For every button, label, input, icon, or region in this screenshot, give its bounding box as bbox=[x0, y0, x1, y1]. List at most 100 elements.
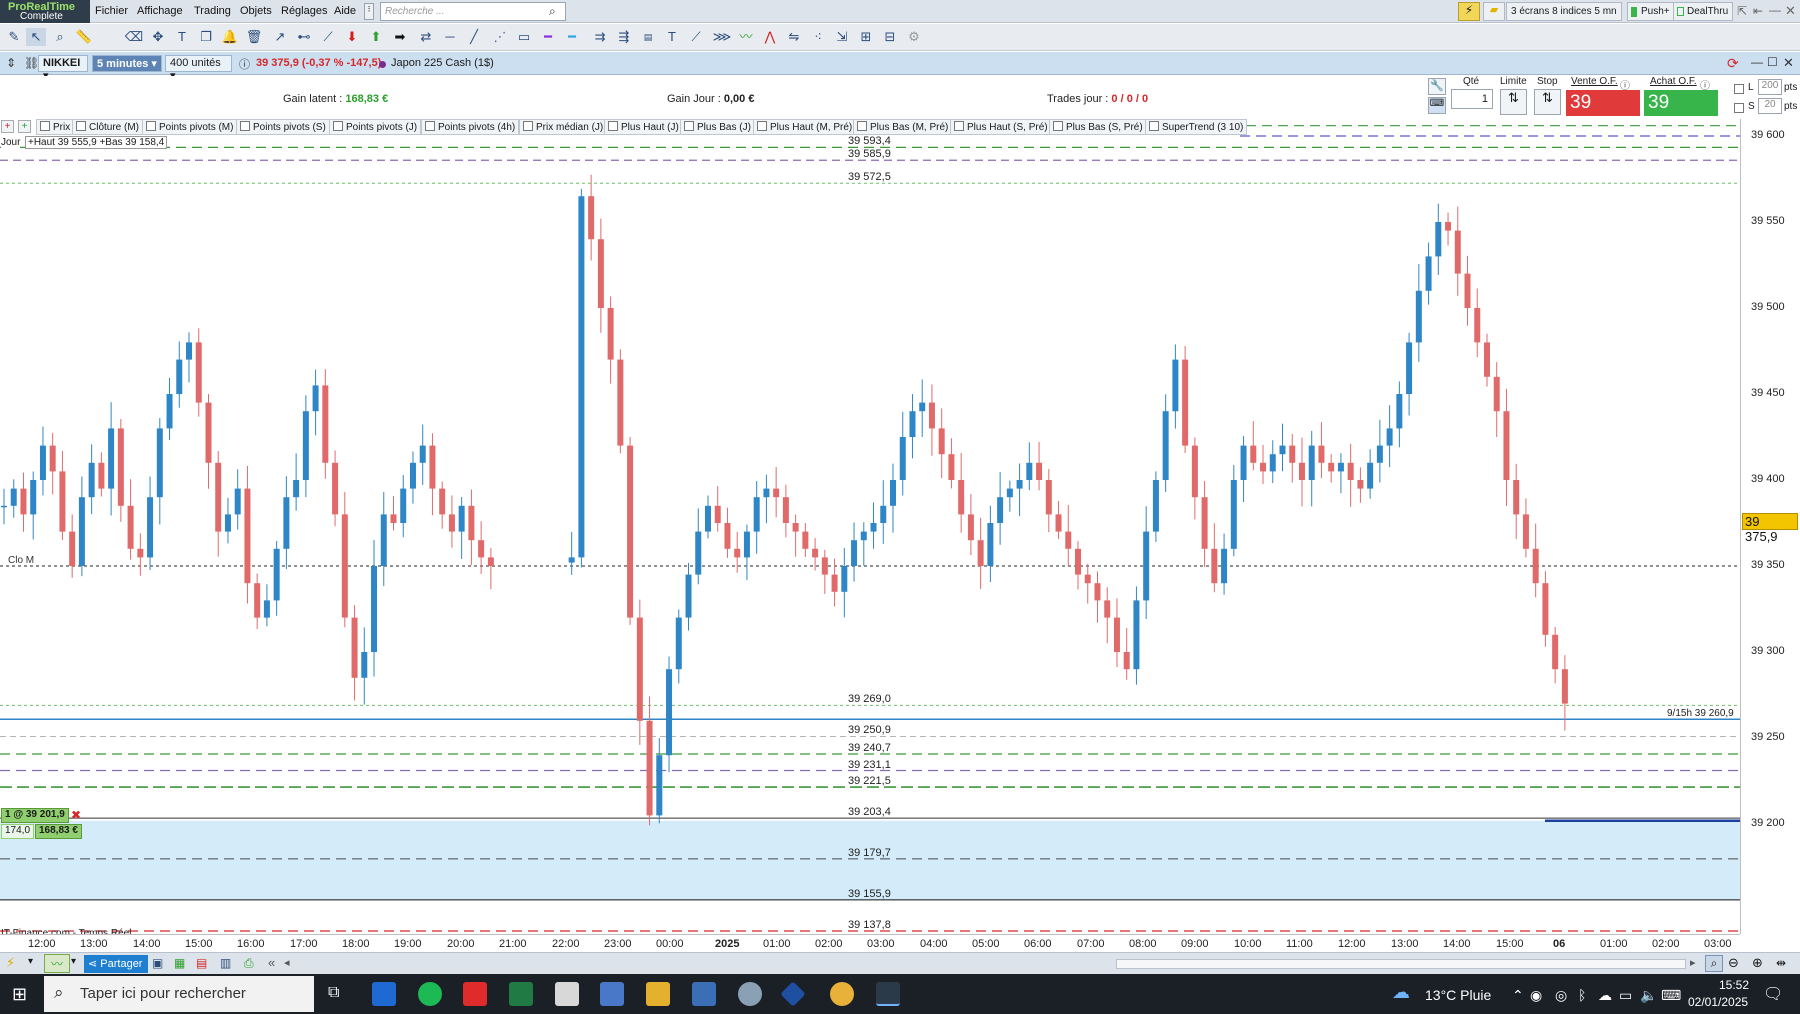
menu-objets[interactable]: Objets bbox=[240, 5, 272, 17]
indicator-plus-bas-s-pre[interactable]: Plus Bas (S, Pré) bbox=[1049, 119, 1147, 135]
app-icon[interactable] bbox=[738, 982, 762, 1006]
link-icon[interactable]: ⛓ bbox=[24, 56, 39, 70]
screens-layout-button[interactable]: 3 écrans 8 indices 5 mn bbox=[1506, 2, 1622, 21]
tray-app-icon[interactable]: ◉ bbox=[1530, 987, 1542, 1004]
wrench-icon[interactable]: 🔧 bbox=[1428, 78, 1446, 95]
projection-icon[interactable]: ⇲ bbox=[832, 28, 852, 46]
chart-type-icon[interactable]: ⚡ bbox=[6, 955, 15, 971]
qty-input[interactable]: 1 bbox=[1451, 89, 1493, 109]
gann-icon[interactable]: ⇋ bbox=[784, 28, 804, 46]
arrow-icon[interactable]: ↗ bbox=[270, 28, 290, 46]
menu-affichage[interactable]: Affichage bbox=[137, 5, 183, 17]
task-view-icon[interactable]: ⧉ bbox=[328, 984, 339, 1002]
zoom-out-icon[interactable]: ⊖ bbox=[1728, 955, 1739, 971]
indicator-supertrend[interactable]: SuperTrend (3 10) bbox=[1145, 119, 1248, 135]
scroll-thumb[interactable] bbox=[1116, 959, 1686, 969]
folder-icon[interactable] bbox=[646, 982, 670, 1006]
cursor-icon[interactable]: ↖ bbox=[26, 28, 46, 46]
search-icon[interactable]: ⌕ bbox=[549, 4, 556, 19]
print-icon[interactable]: ⎙ bbox=[244, 956, 254, 971]
ruler-icon[interactable]: 📏 bbox=[74, 28, 94, 46]
l-checkbox[interactable] bbox=[1734, 84, 1744, 94]
menu-fichier[interactable]: Fichier bbox=[95, 5, 128, 17]
measure-icon[interactable]: ⟋ bbox=[686, 28, 706, 46]
indicator-plus-haut-s-pre[interactable]: Plus Haut (S, Pré) bbox=[950, 119, 1052, 135]
instrument-select[interactable]: NIKKEI ▾ bbox=[38, 55, 88, 82]
move-icon[interactable]: ✥ bbox=[148, 28, 168, 46]
store-icon[interactable] bbox=[372, 982, 396, 1006]
line-style-icon[interactable]: ━ bbox=[562, 28, 582, 46]
detach-icon[interactable]: ⇱ bbox=[1737, 4, 1747, 18]
alarm-icon[interactable]: 🔔 bbox=[220, 28, 240, 46]
chart-close-icon[interactable]: ✕ bbox=[1783, 55, 1794, 71]
position-tag[interactable]: 1 @ 39 201,9 bbox=[1, 808, 69, 823]
hline-icon[interactable]: ─ bbox=[440, 28, 460, 46]
pencil-icon[interactable]: ✎ bbox=[4, 28, 24, 46]
tradingview-icon[interactable] bbox=[780, 981, 806, 1007]
auto-scale-icon[interactable]: ⇹ bbox=[1776, 956, 1786, 970]
indicators-dropdown-icon[interactable]: ▾ bbox=[71, 956, 76, 967]
indicator-cloture-m[interactable]: Clôture (M) bbox=[72, 119, 144, 135]
screenshot-icon[interactable]: ▣ bbox=[152, 956, 163, 970]
trash-icon[interactable]: 🗑 bbox=[244, 28, 264, 46]
search-input[interactable]: Recherche ... ⌕ bbox=[380, 2, 566, 21]
excel-icon[interactable] bbox=[509, 982, 533, 1006]
menu-reglages[interactable]: Réglages bbox=[281, 5, 327, 17]
text-icon[interactable]: T bbox=[172, 28, 192, 46]
calculator-icon[interactable] bbox=[692, 982, 716, 1006]
trendline-icon[interactable]: ╱ bbox=[464, 28, 484, 46]
indicator-plus-haut-j[interactable]: Plus Haut (J) bbox=[604, 119, 683, 135]
limit-order-button[interactable]: ⇅ bbox=[1500, 89, 1527, 115]
indicator-plus-bas-m-pre[interactable]: Plus Bas (M, Pré) bbox=[853, 119, 953, 135]
chart-maximize-icon[interactable]: ☐ bbox=[1767, 55, 1778, 69]
chart-icon[interactable]: ⚡ bbox=[1458, 2, 1480, 21]
up-arrow-icon[interactable]: ⬆ bbox=[366, 28, 386, 46]
notifications-icon[interactable]: 🗨 bbox=[1763, 984, 1783, 1004]
indicators-icon[interactable]: 〰 bbox=[44, 954, 70, 973]
close-window-icon[interactable]: ✕ bbox=[1785, 3, 1796, 19]
tray-chevron-icon[interactable]: ⌃ bbox=[1512, 987, 1524, 1004]
eraser-icon[interactable]: ⌫ bbox=[124, 28, 144, 46]
menu-trading[interactable]: Trading bbox=[194, 5, 231, 17]
scroll-right-icon[interactable]: ▸ bbox=[1690, 956, 1696, 969]
indicator-plus-haut-m-pre[interactable]: Plus Haut (M, Pré) bbox=[753, 119, 857, 135]
units-select[interactable]: 400 unités ▾ bbox=[165, 55, 232, 82]
indicator-pivots-m[interactable]: Points pivots (M) bbox=[142, 119, 238, 135]
keyboard-icon[interactable]: ⌨ bbox=[1428, 97, 1446, 114]
indicator-pivots-s[interactable]: Points pivots (S) bbox=[236, 119, 330, 135]
label-icon[interactable]: ▤ bbox=[638, 28, 658, 46]
table-icon[interactable]: ▤ bbox=[196, 956, 207, 970]
wave-icon[interactable]: 〰 bbox=[736, 28, 756, 46]
zoom-icon[interactable]: ⌕ bbox=[50, 28, 70, 46]
search-scope-icon[interactable]: ⁝ bbox=[364, 3, 374, 20]
tray-sync-icon[interactable]: ◎ bbox=[1555, 987, 1567, 1004]
word-icon[interactable] bbox=[600, 982, 624, 1006]
language-icon[interactable]: ⌨ bbox=[1661, 987, 1681, 1004]
fibo-ext-icon[interactable]: ⇶ bbox=[614, 28, 634, 46]
bluetooth-icon[interactable]: ᛒ bbox=[1578, 987, 1586, 1003]
copy-icon[interactable]: ❐ bbox=[196, 28, 216, 46]
textbox-icon[interactable]: T bbox=[662, 28, 682, 46]
fibo-icon[interactable]: ⇉ bbox=[590, 28, 610, 46]
back-icon[interactable]: ⇤ bbox=[1753, 4, 1763, 18]
stop-order-button[interactable]: ⇅ bbox=[1534, 89, 1561, 115]
sell-button[interactable]: 39 372,4 bbox=[1566, 90, 1640, 135]
s-checkbox[interactable] bbox=[1734, 103, 1744, 113]
menu-aide[interactable]: Aide bbox=[334, 5, 356, 17]
spotify-icon[interactable] bbox=[418, 982, 442, 1006]
right-arrow-icon[interactable]: ➡ bbox=[390, 28, 410, 46]
refresh-icon[interactable]: ⟳ bbox=[1727, 55, 1739, 72]
cloud-icon[interactable]: ☁ bbox=[1598, 987, 1612, 1004]
settings-icon[interactable]: ⚙ bbox=[904, 28, 924, 46]
windows-start-icon[interactable]: ⊞ bbox=[12, 984, 27, 1005]
close-position-icon[interactable]: ✖ bbox=[71, 808, 81, 822]
segment-icon[interactable]: ⊷ bbox=[294, 28, 314, 46]
template-icon[interactable]: ⊟ bbox=[880, 28, 900, 46]
ray-icon[interactable]: ⟋ bbox=[318, 28, 338, 46]
prorealtime-icon[interactable] bbox=[876, 982, 900, 1006]
line-color-icon[interactable]: ━ bbox=[538, 28, 558, 46]
taskbar-search[interactable]: ⌕ Taper ici pour rechercher bbox=[44, 976, 314, 1012]
points-icon[interactable]: ⁖ bbox=[808, 28, 828, 46]
chrome-icon[interactable] bbox=[830, 982, 854, 1006]
add-indicator-icon[interactable]: + bbox=[1, 120, 14, 133]
